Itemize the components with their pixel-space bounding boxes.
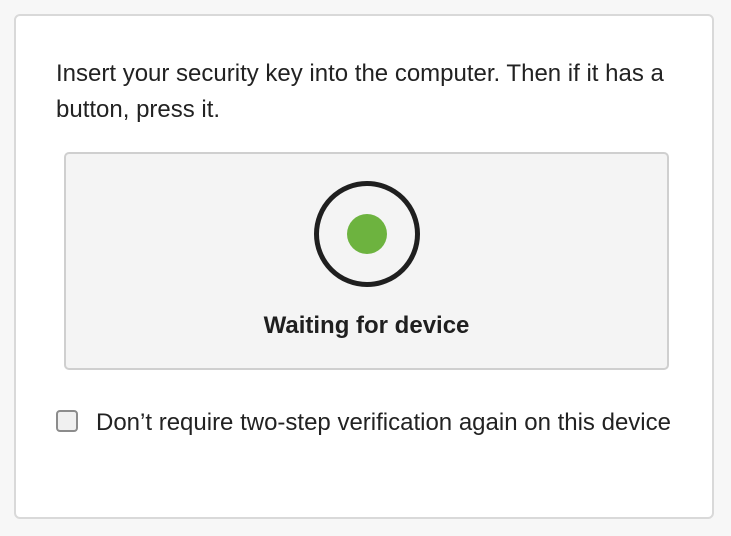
instructions-text: Insert your security key into the comput… — [56, 60, 664, 123]
remember-device-label[interactable]: Don’t require two-step verification agai… — [96, 402, 686, 444]
status-ring-icon — [314, 181, 420, 287]
device-status-label: Waiting for device — [263, 312, 470, 339]
security-key-card: Insert your security key into the comput… — [14, 14, 714, 519]
device-status-panel: Waiting for device — [64, 152, 669, 370]
status-dot-icon — [347, 214, 387, 254]
remember-device-checkbox[interactable] — [56, 410, 78, 432]
remember-device-row[interactable]: Don’t require two-step verification agai… — [56, 402, 696, 492]
